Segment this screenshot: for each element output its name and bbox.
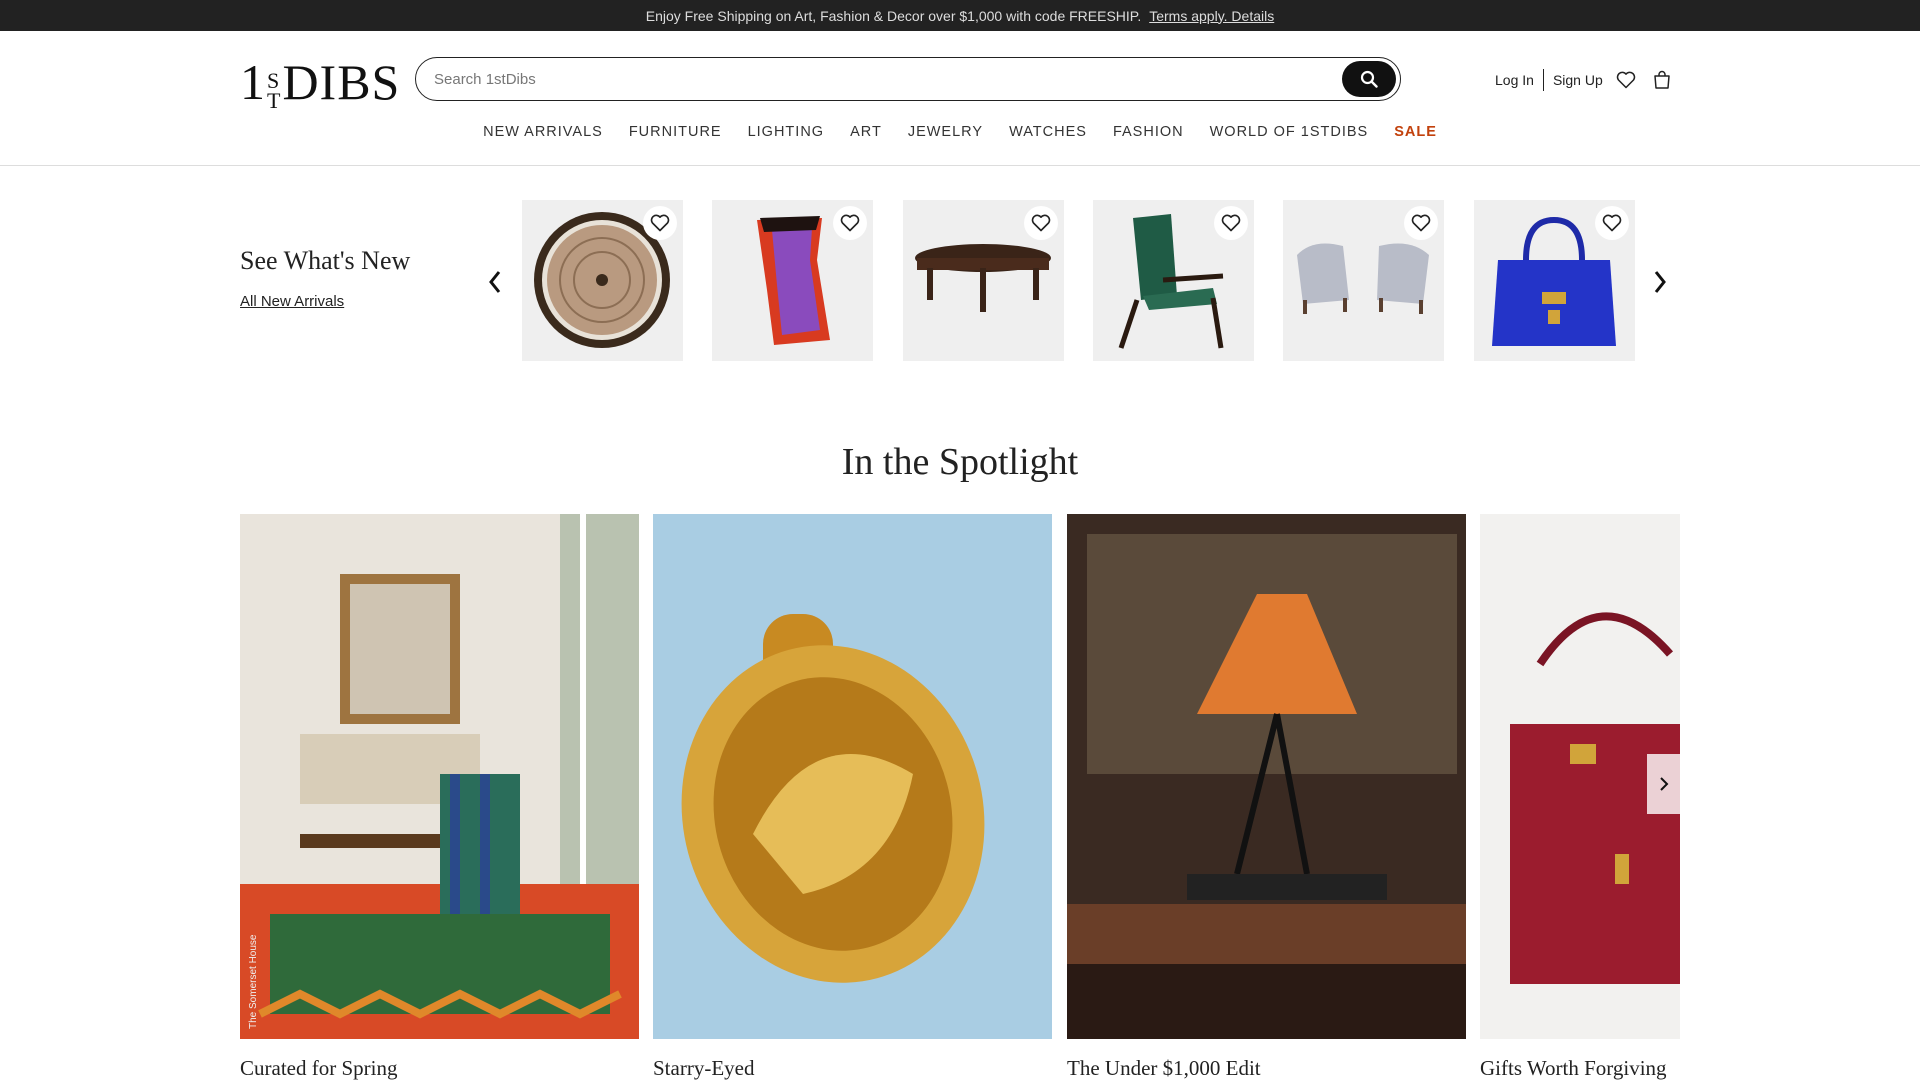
new-arrival-item[interactable] xyxy=(903,200,1064,361)
heart-icon xyxy=(1616,71,1636,89)
search-icon xyxy=(1360,70,1378,88)
main-nav: NEW ARRIVALS FURNITURE LIGHTING ART JEWE… xyxy=(0,124,1920,140)
spotlight-card-label[interactable]: Starry-Eyed xyxy=(653,1056,754,1080)
logo-sup-bottom: T xyxy=(267,88,282,113)
promo-terms-link[interactable]: Terms apply. Details xyxy=(1149,8,1274,24)
nav-watches[interactable]: WATCHES xyxy=(1009,124,1087,140)
nav-fashion[interactable]: FASHION xyxy=(1113,124,1184,140)
chevron-right-icon xyxy=(1654,271,1666,293)
carousel-next-button[interactable] xyxy=(1648,268,1672,296)
spotlight-card-label[interactable]: Curated for Spring xyxy=(240,1056,397,1080)
bag-icon xyxy=(1654,70,1670,89)
auth-divider xyxy=(1542,69,1544,91)
heart-icon xyxy=(840,214,860,232)
logo-superscript: S T xyxy=(267,70,282,113)
spotlight-card[interactable] xyxy=(653,514,1052,1039)
spotlight-card[interactable]: The Somerset House xyxy=(240,514,639,1039)
chevron-right-icon xyxy=(1659,777,1668,791)
spotlight-image xyxy=(240,514,639,1039)
new-arrival-item[interactable] xyxy=(1283,200,1444,361)
nav-sale[interactable]: SALE xyxy=(1394,124,1437,140)
heart-icon xyxy=(650,214,670,232)
signup-link[interactable]: Sign Up xyxy=(1553,72,1603,88)
heart-icon xyxy=(1411,214,1431,232)
logo-digit: 1 xyxy=(240,54,266,110)
auth-links: Log In Sign Up xyxy=(1495,68,1603,92)
site-header: 1 S T DIBS Log In Sign Up NEW ARRIVA xyxy=(0,31,1920,166)
spotlight-image xyxy=(653,514,1052,1039)
spotlight-image xyxy=(1067,514,1466,1039)
nav-world-of-1stdibs[interactable]: WORLD OF 1STDIBS xyxy=(1210,124,1369,140)
favorites-button[interactable] xyxy=(1613,67,1639,93)
spotlight-card[interactable] xyxy=(1067,514,1466,1039)
nav-art[interactable]: ART xyxy=(850,124,882,140)
nav-furniture[interactable]: FURNITURE xyxy=(629,124,722,140)
favorite-button[interactable] xyxy=(1024,206,1058,240)
spotlight-next-button[interactable] xyxy=(1647,754,1680,814)
favorite-button[interactable] xyxy=(1595,206,1629,240)
nav-jewelry[interactable]: JEWELRY xyxy=(908,124,983,140)
new-arrival-item[interactable] xyxy=(522,200,683,361)
nav-new-arrivals[interactable]: NEW ARRIVALS xyxy=(483,124,603,140)
search-bar xyxy=(415,57,1401,101)
search-input[interactable] xyxy=(434,68,1314,90)
carousel-prev-button[interactable] xyxy=(483,268,507,296)
nav-lighting[interactable]: LIGHTING xyxy=(748,124,824,140)
favorite-button[interactable] xyxy=(833,206,867,240)
new-arrival-item[interactable] xyxy=(1093,200,1254,361)
promo-bar: Enjoy Free Shipping on Art, Fashion & De… xyxy=(0,0,1920,31)
favorite-button[interactable] xyxy=(1404,206,1438,240)
search-button[interactable] xyxy=(1342,61,1396,97)
favorite-button[interactable] xyxy=(643,206,677,240)
new-arrival-item[interactable] xyxy=(712,200,873,361)
favorite-button[interactable] xyxy=(1214,206,1248,240)
new-arrival-item[interactable] xyxy=(1474,200,1635,361)
heart-icon xyxy=(1602,214,1622,232)
heart-icon xyxy=(1221,214,1241,232)
logo[interactable]: 1 S T DIBS xyxy=(240,51,401,113)
photo-credit: The Somerset House xyxy=(248,934,259,1030)
spotlight-card-label[interactable]: The Under $1,000 Edit xyxy=(1067,1056,1261,1080)
all-new-arrivals-link[interactable]: All New Arrivals xyxy=(240,293,344,310)
chevron-left-icon xyxy=(489,271,501,293)
spotlight-card-label[interactable]: Gifts Worth Forgiving xyxy=(1480,1056,1667,1080)
new-arrivals-title: See What's New xyxy=(240,246,411,275)
spotlight-title: In the Spotlight xyxy=(841,441,1079,483)
login-link[interactable]: Log In xyxy=(1495,72,1534,88)
heart-icon xyxy=(1031,214,1051,232)
cart-button[interactable] xyxy=(1649,67,1675,93)
logo-text: DIBS xyxy=(282,54,401,110)
promo-text: Enjoy Free Shipping on Art, Fashion & De… xyxy=(645,7,1142,24)
